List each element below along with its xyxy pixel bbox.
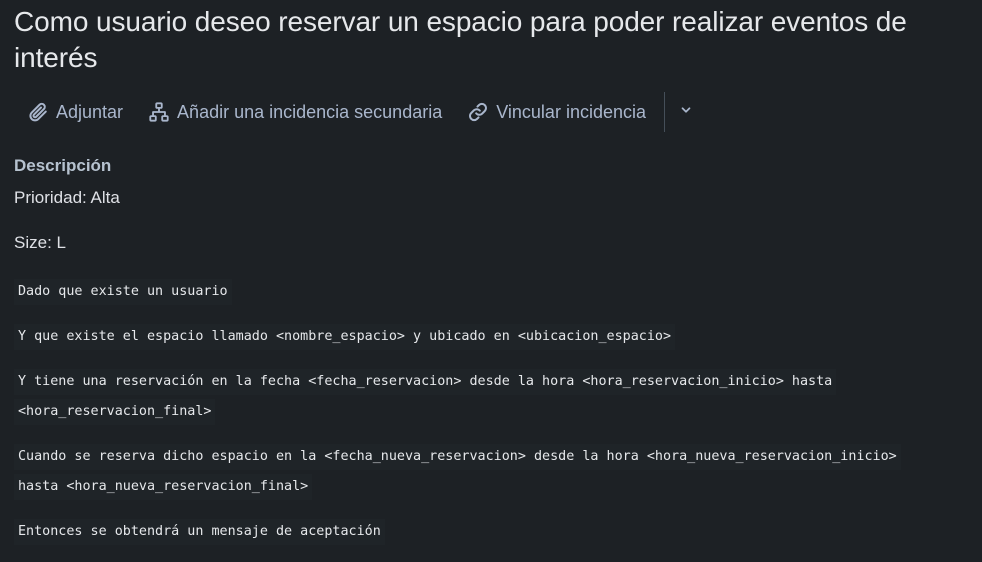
issue-toolbar: Adjuntar Añadir una incidencia secundari… [14, 92, 701, 132]
link-issue-label: Vincular incidencia [496, 101, 646, 122]
issue-title[interactable]: Como usuario deseo reservar un espacio p… [14, 4, 974, 76]
paperclip-icon [26, 100, 50, 124]
code-line-text: Dado que existe un usuario [14, 279, 232, 305]
attach-label: Adjuntar [56, 101, 124, 122]
chevron-down-icon [679, 103, 693, 122]
code-line-text: Cuando se reserva dicho espacio en la <f… [14, 444, 901, 470]
code-line: Entonces se obtendrá un mensaje de acept… [14, 519, 385, 545]
code-line-text: hasta <hora_nueva_reservacion_final> [14, 474, 313, 500]
code-line-text: Y que existe el espacio llamado <nombre_… [14, 324, 676, 350]
toolbar-divider [664, 92, 665, 132]
link-issue-button[interactable]: Vincular incidencia [454, 93, 658, 131]
attach-button[interactable]: Adjuntar [14, 93, 135, 131]
code-line-text: Y tiene una reservación en la fecha <fec… [14, 369, 837, 395]
code-line-text: <hora_reservacion_final> [14, 399, 216, 425]
priority-text: Prioridad: Alta [14, 188, 120, 207]
description-heading: Descripción [14, 156, 112, 175]
code-line: Dado que existe un usuario [14, 279, 232, 305]
code-line: Y que existe el espacio llamado <nombre_… [14, 324, 676, 350]
code-line: Y tiene una reservación en la fecha <fec… [14, 369, 837, 425]
hierarchy-icon [147, 100, 171, 124]
code-line: Cuando se reserva dicho espacio en la <f… [14, 444, 901, 500]
add-child-issue-button[interactable]: Añadir una incidencia secundaria [135, 93, 454, 131]
size-text: Size: L [14, 233, 66, 252]
more-actions-button[interactable] [671, 93, 701, 131]
link-icon [466, 100, 490, 124]
code-line-text: Entonces se obtendrá un mensaje de acept… [14, 519, 385, 545]
add-child-issue-label: Añadir una incidencia secundaria [177, 101, 443, 122]
